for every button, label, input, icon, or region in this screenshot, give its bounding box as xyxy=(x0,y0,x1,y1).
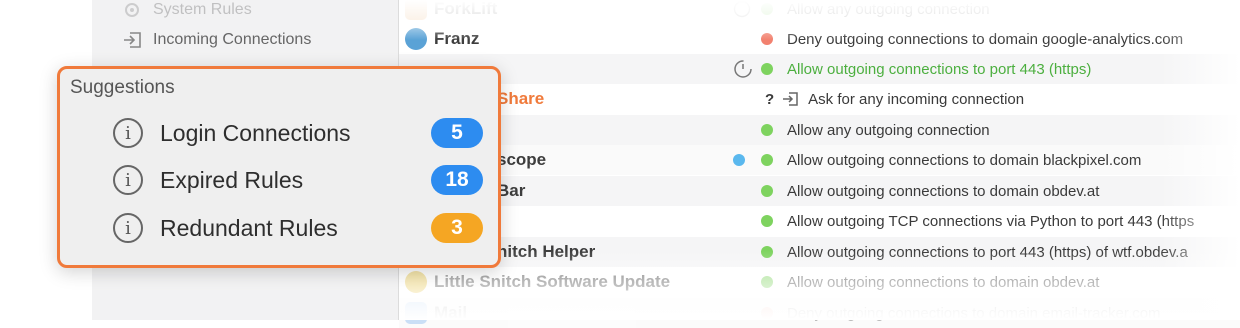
app-name: Little Snitch Software Update xyxy=(405,267,670,297)
gear-icon xyxy=(122,0,144,20)
app-name: Mail xyxy=(405,298,467,328)
rule-text: Allow any outgoing connection xyxy=(761,115,990,145)
blue-dot-icon xyxy=(733,145,745,175)
app-label: Little Snitch Software Update xyxy=(434,272,671,291)
suggestion-label: Login Connections xyxy=(160,119,351,146)
app-label: Mail xyxy=(434,303,468,322)
allow-status-dot xyxy=(761,215,773,227)
rule-label: Deny outgoing connections to domain goog… xyxy=(787,30,1184,48)
app-label: Franz xyxy=(434,29,480,48)
app-name: Franz xyxy=(405,24,479,54)
mail-app-icon xyxy=(405,302,427,324)
app-name: Bar xyxy=(497,176,525,206)
table-row[interactable]: Franz Deny outgoing connections to domai… xyxy=(399,24,1240,54)
rule-text: Allow any outgoing connection xyxy=(761,0,990,24)
suggestions-title: Suggestions xyxy=(70,77,175,98)
table-row[interactable]: Allow outgoing TCP connections via Pytho… xyxy=(399,206,1240,236)
deny-status-dot xyxy=(761,307,773,319)
table-row[interactable]: Allow any outgoing connection xyxy=(399,115,1240,145)
rule-label: Allow any outgoing connection xyxy=(787,121,990,139)
allow-status-dot xyxy=(761,276,773,288)
franz-app-icon xyxy=(405,28,427,50)
table-row[interactable]: nitch Helper Allow outgoing connections … xyxy=(399,237,1240,267)
forklift-app-icon xyxy=(405,0,427,20)
suggestion-redundant-rules[interactable]: i Redundant Rules 3 xyxy=(113,208,483,248)
app-label: ForkLift xyxy=(434,0,498,18)
rule-label: Ask for any incoming connection xyxy=(808,90,1025,108)
app-label: scope xyxy=(497,150,547,169)
sidebar-item-label: System Rules xyxy=(153,1,252,18)
ask-icon: ? xyxy=(765,90,775,108)
sidebar-item-system-rules[interactable]: System Rules xyxy=(122,0,252,24)
info-icon: i xyxy=(113,165,143,195)
rule-label: Allow outgoing connections to domain obd… xyxy=(787,182,1100,200)
suggestion-label: Redundant Rules xyxy=(160,214,338,241)
rule-label: Allow any outgoing connection xyxy=(787,0,990,18)
rule-label: Allow outgoing connections to domain obd… xyxy=(787,273,1100,291)
table-row[interactable]: Mail Deny outgoing connections to domain… xyxy=(399,298,1240,328)
app-name: nitch Helper xyxy=(497,237,595,267)
app-name: ForkLift xyxy=(405,0,497,24)
allow-status-dot xyxy=(761,154,773,166)
suggestions-popover: Suggestions i Login Connections 5 i Expi… xyxy=(57,66,501,268)
suggestion-label: Expired Rules xyxy=(160,166,304,193)
rule-label: Allow outgoing TCP connections via Pytho… xyxy=(787,212,1195,230)
deny-status-dot xyxy=(761,33,773,45)
info-icon: i xyxy=(113,118,143,148)
allow-status-dot xyxy=(761,246,773,258)
rule-text: Allow outgoing TCP connections via Pytho… xyxy=(761,206,1194,236)
timer-icon xyxy=(733,54,753,84)
table-row[interactable]: scope Allow outgoing connections to doma… xyxy=(399,145,1240,175)
count-badge: 18 xyxy=(431,165,483,195)
rule-label: Allow outgoing connections to domain bla… xyxy=(787,151,1142,169)
info-icon: i xyxy=(113,213,143,243)
pending-icon xyxy=(733,0,751,24)
table-row[interactable]: Share ? Ask for any incoming connection xyxy=(399,84,1240,114)
rule-text: Allow outgoing connections to domain bla… xyxy=(761,145,1141,175)
count-badge: 5 xyxy=(431,118,483,148)
allow-status-dot xyxy=(761,185,773,197)
rule-text: Allow outgoing connections to domain obd… xyxy=(761,267,1099,297)
table-row[interactable]: Bar Allow outgoing connections to domain… xyxy=(399,176,1240,206)
rule-label: Deny outgoing connections to domain emai… xyxy=(787,304,1161,322)
unseen-indicator xyxy=(733,154,745,166)
app-name: scope xyxy=(497,145,546,175)
incoming-arrow-icon xyxy=(122,30,144,50)
sidebar-item-label: Incoming Connections xyxy=(153,31,312,48)
rule-text: Deny outgoing connections to domain emai… xyxy=(761,298,1161,328)
rule-text: ? Ask for any incoming connection xyxy=(765,84,1024,114)
rule-label: Allow outgoing connections to port 443 (… xyxy=(787,243,1188,261)
app-label: nitch Helper xyxy=(497,242,596,261)
rule-text: Deny outgoing connections to domain goog… xyxy=(761,24,1183,54)
software-update-app-icon xyxy=(405,271,427,293)
allow-status-dot xyxy=(761,124,773,136)
app-label: Share xyxy=(497,89,545,108)
allow-status-dot xyxy=(761,3,773,15)
suggestion-login-connections[interactable]: i Login Connections 5 xyxy=(113,113,483,153)
table-row[interactable]: Allow outgoing connections to port 443 (… xyxy=(399,54,1240,84)
app-name: Share xyxy=(497,84,544,114)
table-row[interactable]: Little Snitch Software Update Allow outg… xyxy=(399,267,1240,297)
count-badge: 3 xyxy=(431,213,483,243)
rule-text: Allow outgoing connections to port 443 (… xyxy=(761,237,1188,267)
suggestion-expired-rules[interactable]: i Expired Rules 18 xyxy=(113,160,483,200)
table-row[interactable]: ForkLift Allow any outgoing connection xyxy=(399,0,1240,24)
rule-text: Allow outgoing connections to port 443 (… xyxy=(761,54,1091,84)
rules-table: ForkLift Allow any outgoing connection F… xyxy=(399,0,1240,328)
rule-label: Allow outgoing connections to port 443 (… xyxy=(787,60,1092,78)
incoming-arrow-icon xyxy=(782,91,800,107)
app-label: Bar xyxy=(497,181,526,200)
allow-status-dot xyxy=(761,63,773,75)
rule-text: Allow outgoing connections to domain obd… xyxy=(761,176,1099,206)
sidebar-item-incoming-connections[interactable]: Incoming Connections xyxy=(122,26,311,54)
